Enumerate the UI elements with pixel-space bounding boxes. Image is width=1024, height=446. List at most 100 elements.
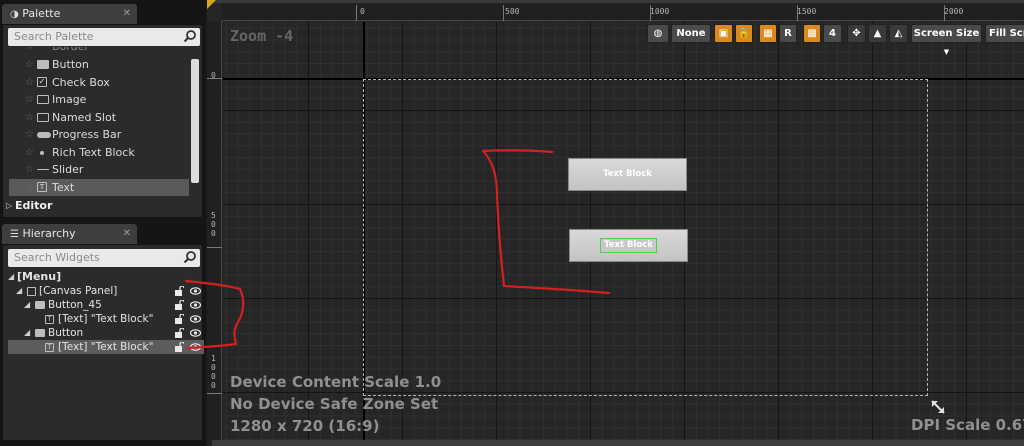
palette-tab-label: Palette	[22, 7, 61, 20]
star-icon[interactable]: ☆	[25, 144, 34, 161]
widget-text-block-selected[interactable]: Text Block	[600, 238, 657, 253]
chevron-down-icon: ▼	[943, 48, 950, 56]
safe-zone-label: No Device Safe Zone Set	[230, 395, 439, 413]
collapse-arrow-icon[interactable]: ◢	[24, 298, 30, 312]
eye-icon[interactable]	[190, 301, 201, 309]
designer-horizontal-scrollbar[interactable]	[212, 440, 1024, 446]
search-icon	[183, 30, 196, 43]
snap-button[interactable]: ▣	[714, 24, 733, 43]
unlock-icon[interactable]	[175, 300, 184, 310]
ruler-tick-label: 500	[211, 211, 216, 238]
palette-item-image[interactable]: ☆ Image	[9, 91, 189, 108]
hierarchy-row-button[interactable]: ◢ Button	[8, 326, 204, 340]
hierarchy-row-menu[interactable]: ◢ [Menu]	[8, 270, 204, 284]
unlock-icon[interactable]	[175, 342, 184, 352]
grid-snap-button[interactable]: ▩	[803, 24, 821, 43]
globe-icon: ◍	[653, 28, 663, 39]
eye-icon[interactable]	[190, 329, 201, 337]
star-icon[interactable]: ☆	[25, 47, 34, 55]
palette-item-label: Progress Bar	[52, 128, 122, 141]
checkbox-icon: ✓	[37, 77, 47, 87]
hierarchy-search-input[interactable]: Search Widgets	[8, 249, 200, 267]
screen-size-dropdown[interactable]: Screen Size ▼	[911, 24, 982, 56]
palette-item-rich-text-block[interactable]: ☆ Rich Text Block	[9, 144, 189, 161]
collapse-arrow-icon[interactable]: ◢	[8, 270, 14, 284]
hierarchy-row-canvas-panel[interactable]: ◢ [Canvas Panel]	[8, 284, 204, 298]
grid-icon: ▩	[807, 28, 817, 39]
grid-size-value: 4	[829, 28, 836, 39]
widget-button-45[interactable]: Text Block	[568, 158, 687, 191]
hierarchy-row-label: [Canvas Panel]	[39, 285, 118, 297]
palette-category-editor[interactable]: ▷ Editor	[3, 197, 202, 214]
palette-item-label: Border	[52, 47, 89, 55]
collapse-arrow-icon[interactable]: ◢	[16, 284, 22, 298]
named-slot-icon	[37, 113, 49, 122]
palette-item-named-slot[interactable]: ☆ Named Slot	[9, 109, 189, 126]
star-icon[interactable]: ☆	[25, 56, 34, 73]
hierarchy-row-text-block-1[interactable]: T [Text] "Text Block"	[8, 312, 204, 326]
unlock-icon[interactable]	[175, 314, 184, 324]
palette-item-label: Image	[52, 93, 87, 106]
close-icon[interactable]: ✕	[123, 224, 131, 244]
lock-button[interactable]: 🔒	[735, 24, 753, 43]
ruler-tick-label: 0	[211, 71, 216, 80]
palette-item-button[interactable]: ☆ Button	[9, 56, 189, 73]
expand-arrow-icon: ▷	[6, 201, 13, 210]
star-icon[interactable]: ☆	[25, 74, 34, 91]
grid-size-dropdown[interactable]: 4	[823, 24, 842, 43]
expand-button[interactable]: ✥	[847, 24, 866, 43]
palette-item-label: Rich Text Block	[52, 146, 135, 159]
hierarchy-row-label: [Text] "Text Block"	[58, 313, 154, 325]
eye-icon[interactable]	[190, 343, 201, 351]
globe-button[interactable]: ◍	[647, 24, 669, 43]
palette-item-check-box[interactable]: ☆ ✓ Check Box	[9, 74, 189, 91]
star-icon[interactable]: ☆	[25, 91, 34, 108]
designer-viewport[interactable]: 0 500 1000 1500 2000 0 500 1000 Zoom -4	[207, 0, 1024, 446]
star-icon[interactable]: ☆	[25, 179, 34, 196]
landscape-icon: ▲	[873, 28, 882, 39]
palette-category-label: Editor	[15, 199, 53, 212]
ruler-horizontal: 0 500 1000 1500 2000	[222, 3, 1024, 21]
flip-button[interactable]: ◭	[889, 24, 908, 43]
none-dropdown[interactable]: None	[671, 24, 711, 43]
preview-button[interactable]: ▲	[868, 24, 887, 43]
resize-handle-icon[interactable]	[930, 399, 946, 415]
none-dropdown-label: None	[676, 28, 706, 39]
fill-screen-dropdown[interactable]: Fill Scre	[985, 24, 1024, 43]
eye-icon[interactable]	[190, 287, 201, 295]
palette-item-label: Named Slot	[52, 111, 117, 124]
widget-button[interactable]: Text Block	[569, 229, 688, 262]
corner-marker-icon	[207, 0, 216, 9]
ruler-tick-mark	[207, 247, 222, 248]
star-icon[interactable]: ☆	[25, 126, 34, 143]
collapse-arrow-icon[interactable]: ◢	[24, 326, 30, 340]
flip-icon: ◭	[894, 28, 903, 39]
star-icon[interactable]: ☆	[25, 109, 34, 126]
palette-scrollbar[interactable]	[191, 59, 199, 183]
unlock-icon[interactable]	[175, 286, 184, 296]
ruler-tick-mark	[356, 5, 357, 21]
ruler-tick-label: 2000	[944, 7, 964, 16]
palette-item-progress-bar[interactable]: ☆ Progress Bar	[9, 126, 189, 143]
ruler-tick-mark	[207, 393, 222, 394]
snap-icon: ▣	[718, 28, 729, 39]
hierarchy-tab[interactable]: ☰ Hierarchy ✕	[2, 224, 137, 244]
palette-search-input[interactable]: Search Palette	[8, 28, 200, 46]
star-icon[interactable]: ☆	[25, 161, 34, 178]
palette-item-border[interactable]: ☆ Border	[9, 47, 189, 55]
ruler-tick-label: 0	[360, 7, 365, 16]
slider-icon	[37, 169, 49, 170]
palette-item-text[interactable]: ☆ T Text	[9, 179, 189, 196]
hierarchy-row-text-block-2[interactable]: T [Text] "Text Block"	[8, 340, 204, 354]
hierarchy-row-button-45[interactable]: ◢ Button_45	[8, 298, 204, 312]
text-icon: T	[45, 315, 54, 324]
palette-tab[interactable]: ◑ Palette ✕	[2, 4, 137, 24]
close-icon[interactable]: ✕	[123, 4, 131, 24]
widget-text-block[interactable]: Text Block	[600, 168, 655, 181]
r-toggle-button[interactable]: R	[779, 24, 797, 43]
palette-item-slider[interactable]: ☆ Slider	[9, 161, 189, 178]
unlock-icon[interactable]	[175, 328, 184, 338]
eye-icon[interactable]	[190, 315, 201, 323]
button-icon	[35, 329, 45, 337]
layout-button[interactable]: ▦	[759, 24, 777, 43]
